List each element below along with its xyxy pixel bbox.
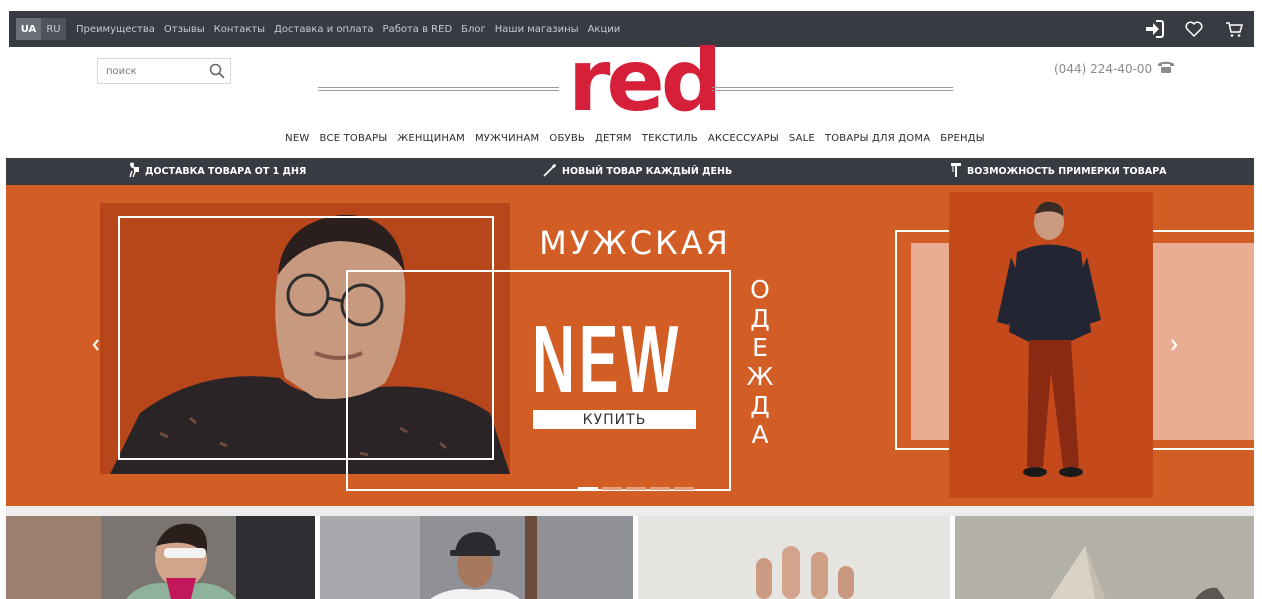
slider-next-arrow[interactable] bbox=[1166, 335, 1182, 355]
logo-line-right bbox=[712, 87, 953, 91]
benefit-fitting: ВОЗМОЖНОСТЬ ПРИМЕРКИ ТОВАРА bbox=[950, 158, 1167, 185]
benefit-new-daily-text: НОВЫЙ ТОВАР КАЖДЫЙ ДЕНЬ bbox=[562, 166, 733, 177]
nav-all-products[interactable]: ВСЕ ТОВАРЫ bbox=[319, 133, 387, 144]
top-nav-jobs[interactable]: Работа в RED bbox=[383, 24, 453, 35]
slider-prev-arrow[interactable] bbox=[88, 335, 104, 355]
vertical-letter: Ж bbox=[746, 362, 774, 391]
hero-banner[interactable]: МУЖСКАЯ NEW КУПИТЬ О Д Е Ж Д А bbox=[6, 185, 1254, 506]
slider-dot[interactable] bbox=[626, 487, 646, 490]
slider-dots bbox=[578, 487, 694, 490]
language-switcher: UA RU bbox=[16, 18, 66, 40]
top-nav-blog[interactable]: Блог bbox=[461, 24, 486, 35]
top-nav-advantages[interactable]: Преимущества bbox=[76, 24, 155, 35]
search-input[interactable] bbox=[98, 60, 203, 82]
nav-men[interactable]: МУЖЧИНАМ bbox=[475, 133, 539, 144]
nav-brands[interactable]: БРЕНДЫ bbox=[940, 133, 985, 144]
chevron-right-icon bbox=[1171, 339, 1178, 351]
main-nav: NEW ВСЕ ТОВАРЫ ЖЕНЩИНАМ МУЖЧИНАМ ОБУВЬ Д… bbox=[0, 133, 1262, 144]
nav-sale[interactable]: SALE bbox=[789, 133, 815, 144]
telephone-icon bbox=[1157, 60, 1175, 77]
top-nav-contacts[interactable]: Контакты bbox=[214, 24, 265, 35]
benefits-bar: ДОСТАВКА ТОВАРА ОТ 1 ДНЯ НОВЫЙ ТОВАР КАЖ… bbox=[6, 158, 1254, 185]
slider-dot[interactable] bbox=[674, 487, 694, 490]
nav-new[interactable]: NEW bbox=[285, 133, 309, 144]
nav-textile[interactable]: ТЕКСТИЛЬ bbox=[642, 133, 698, 144]
top-nav-delivery[interactable]: Доставка и оплата bbox=[274, 24, 373, 35]
nav-accessories[interactable]: АКСЕССУАРЫ bbox=[708, 133, 779, 144]
top-nav-stores[interactable]: Наши магазины bbox=[495, 24, 579, 35]
vertical-letter: Д bbox=[750, 391, 770, 420]
hero-new-text: NEW bbox=[532, 306, 683, 413]
nav-home-goods[interactable]: ТОВАРЫ ДЛЯ ДОМА bbox=[825, 133, 930, 144]
category-tile-accessories[interactable] bbox=[638, 516, 950, 599]
vertical-letter: Д bbox=[750, 304, 770, 333]
page: UA RU Преимущества Отзывы Контакты Доста… bbox=[0, 0, 1262, 599]
category-tile-women[interactable] bbox=[6, 516, 315, 599]
fitting-room-icon bbox=[950, 162, 962, 181]
benefit-delivery-text: ДОСТАВКА ТОВАРА ОТ 1 ДНЯ bbox=[145, 166, 307, 177]
logo[interactable]: red bbox=[568, 36, 722, 126]
benefit-delivery: ДОСТАВКА ТОВАРА ОТ 1 ДНЯ bbox=[128, 158, 306, 185]
lang-ru-button[interactable]: RU bbox=[41, 18, 66, 40]
benefit-fitting-text: ВОЗМОЖНОСТЬ ПРИМЕРКИ ТОВАРА bbox=[967, 166, 1167, 177]
logo-line-left bbox=[318, 87, 559, 91]
search-icon[interactable] bbox=[208, 62, 226, 80]
vertical-letter: Е bbox=[752, 333, 768, 362]
hero-vertical-text: О Д Е Ж Д А bbox=[745, 275, 775, 449]
login-icon[interactable] bbox=[1144, 19, 1164, 39]
category-tile-men[interactable] bbox=[320, 516, 633, 599]
delivery-person-icon bbox=[128, 162, 140, 181]
chevron-left-icon bbox=[92, 339, 99, 351]
phone-number[interactable]: (044) 224-40-00 bbox=[1054, 60, 1175, 77]
hero-photo-man-standing bbox=[949, 192, 1153, 498]
phone-text: (044) 224-40-00 bbox=[1054, 61, 1153, 76]
slider-dot[interactable] bbox=[650, 487, 670, 490]
vertical-letter: А bbox=[751, 420, 769, 449]
slider-dot[interactable] bbox=[578, 487, 598, 490]
nav-shoes[interactable]: ОБУВЬ bbox=[549, 133, 585, 144]
top-nav-reviews[interactable]: Отзывы bbox=[164, 24, 205, 35]
benefit-new-daily: НОВЫЙ ТОВАР КАЖДЫЙ ДЕНЬ bbox=[543, 158, 732, 185]
nav-women[interactable]: ЖЕНЩИНАМ bbox=[397, 133, 465, 144]
top-nav: Преимущества Отзывы Контакты Доставка и … bbox=[76, 24, 629, 35]
lang-ua-button[interactable]: UA bbox=[16, 18, 41, 40]
search-box bbox=[97, 58, 231, 84]
category-tile-shoes[interactable] bbox=[955, 516, 1254, 599]
user-actions bbox=[1144, 11, 1244, 47]
vertical-letter: О bbox=[750, 275, 770, 304]
heart-icon[interactable] bbox=[1184, 19, 1204, 39]
buy-button[interactable]: КУПИТЬ bbox=[533, 410, 696, 429]
section-divider bbox=[6, 506, 1254, 516]
slider-dot[interactable] bbox=[602, 487, 622, 490]
nav-kids[interactable]: ДЕТЯМ bbox=[595, 133, 632, 144]
needle-icon bbox=[543, 163, 557, 180]
hero-title: МУЖСКАЯ bbox=[539, 224, 731, 262]
cart-icon[interactable] bbox=[1224, 19, 1244, 39]
